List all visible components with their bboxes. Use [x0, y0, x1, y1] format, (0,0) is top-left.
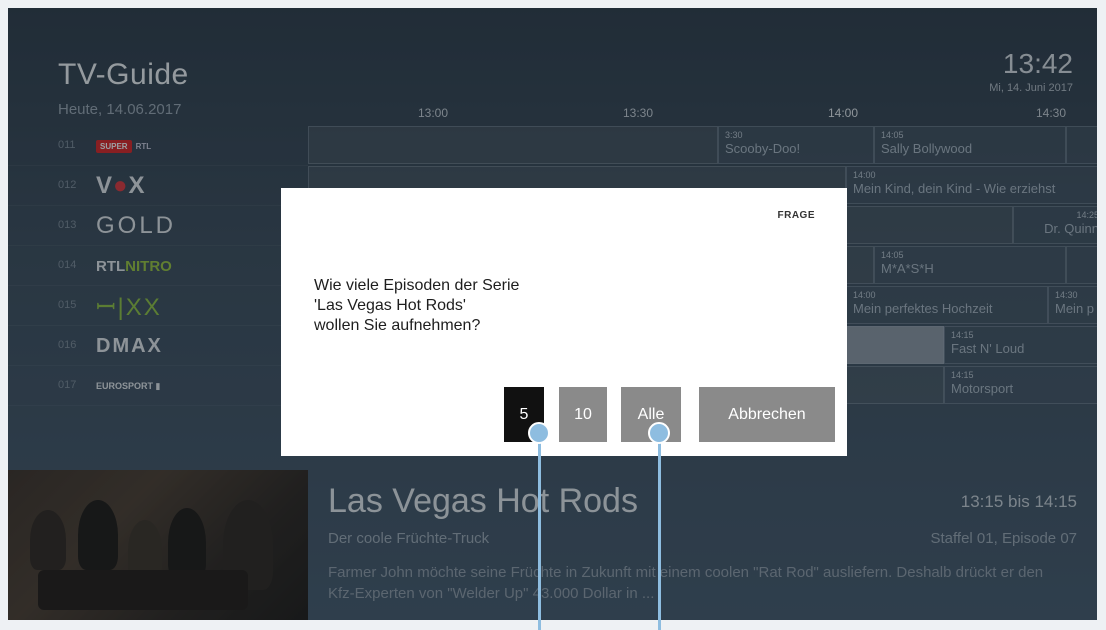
callout-dot	[528, 422, 550, 444]
question-line: Wie viele Episoden der Serie	[314, 277, 520, 294]
ten-episodes-button[interactable]: 10	[559, 387, 607, 442]
question-line: wollen Sie aufnehmen?	[314, 317, 481, 334]
record-series-dialog: FRAGE Wie viele Episoden der Serie 'Las …	[281, 188, 847, 456]
dialog-tag: FRAGE	[777, 210, 815, 221]
tv-guide-screen: TV-Guide Heute, 14.06.2017 13:42 Mi, 14.…	[8, 8, 1097, 620]
dialog-question: Wie viele Episoden der Serie 'Las Vegas …	[314, 276, 519, 336]
cancel-button[interactable]: Abbrechen	[699, 387, 835, 442]
callout-dot	[648, 422, 670, 444]
question-line: 'Las Vegas Hot Rods'	[314, 297, 466, 314]
callout-line	[538, 431, 541, 630]
callout-line	[658, 431, 661, 630]
